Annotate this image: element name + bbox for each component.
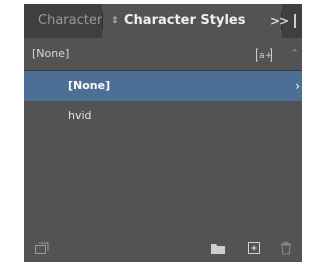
folder-icon[interactable] xyxy=(210,240,226,254)
window-frame: Character ⇕ Character Styles >> [None] a… xyxy=(0,0,302,262)
style-item-hvid[interactable]: hvid xyxy=(24,101,302,131)
list-item-label: hvid xyxy=(68,109,92,122)
tab-character[interactable]: Character xyxy=(38,4,102,38)
svg-text:+: + xyxy=(265,51,272,61)
load-styles-icon[interactable] xyxy=(34,240,50,254)
chevron-up-icon[interactable]: ⌃ xyxy=(290,38,299,70)
current-style-label: [None] xyxy=(32,47,70,60)
style-list: [None] › hvid xyxy=(24,71,302,131)
panel-overflow-button[interactable]: >> xyxy=(264,4,294,38)
style-override-icon[interactable]: a + xyxy=(256,47,273,62)
panel-footer xyxy=(24,232,302,262)
trash-icon[interactable] xyxy=(278,240,294,255)
panel-menu-icon[interactable] xyxy=(294,14,296,28)
list-item-label: [None] xyxy=(68,79,111,92)
tab-divider xyxy=(102,12,103,30)
cursor-arrow-icon: › xyxy=(295,79,300,93)
style-item-none[interactable]: [None] › xyxy=(24,71,302,101)
tab-grip-icon: ⇕ xyxy=(111,16,119,26)
tab-character-styles-label: Character Styles xyxy=(124,13,246,28)
current-style-row: [None] a + ⌃ xyxy=(24,38,302,71)
new-style-icon[interactable] xyxy=(246,240,262,254)
panel-tab-bar: Character ⇕ Character Styles >> xyxy=(24,4,302,38)
character-styles-panel: Character ⇕ Character Styles >> [None] a… xyxy=(24,4,302,262)
tab-character-styles[interactable]: ⇕ Character Styles xyxy=(102,4,282,38)
svg-text:a: a xyxy=(259,51,265,61)
